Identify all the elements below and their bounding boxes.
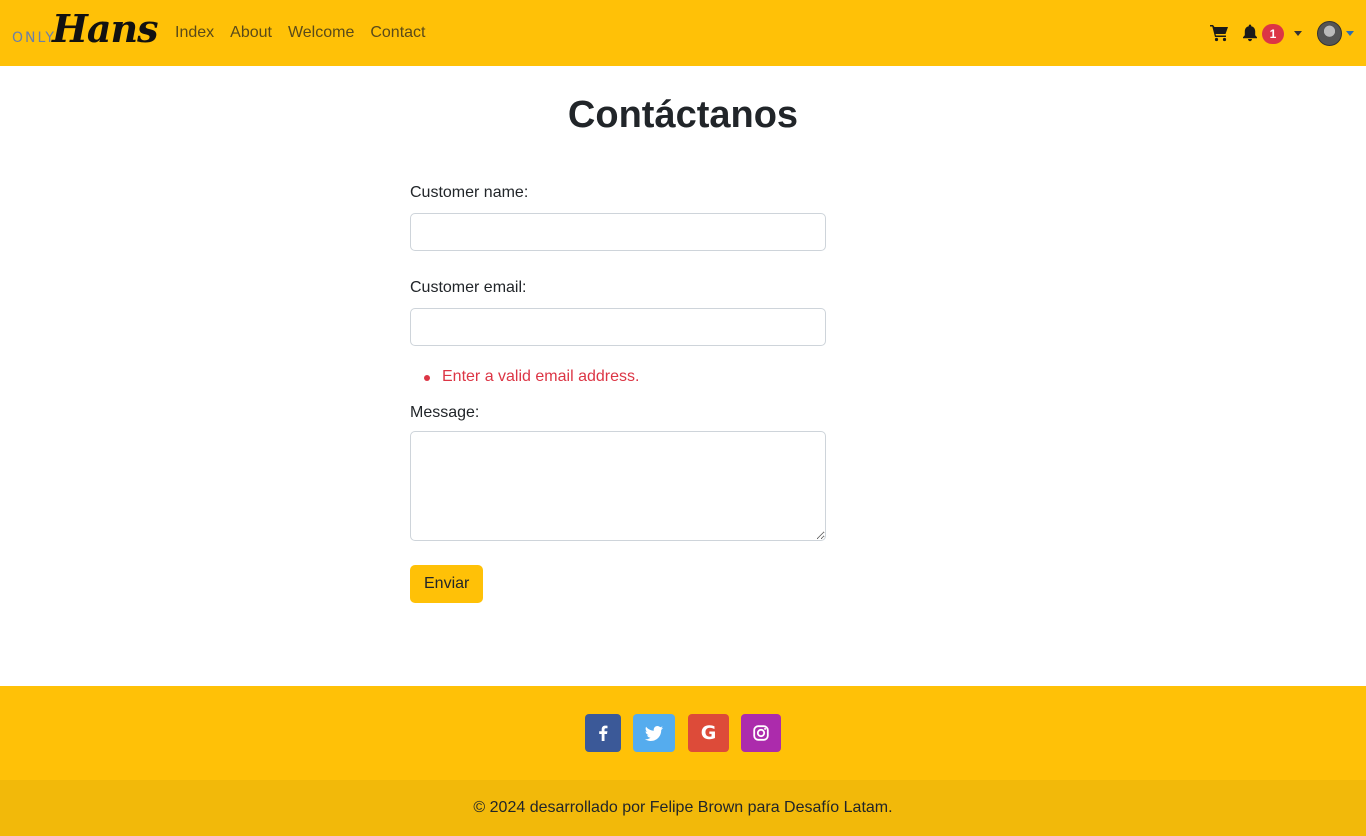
shopping-cart-icon[interactable] xyxy=(1210,24,1228,42)
twitter-button[interactable] xyxy=(633,714,675,752)
instagram-button[interactable] xyxy=(741,714,781,752)
footer-social-bar: G xyxy=(0,686,1366,780)
nav-link-index[interactable]: Index xyxy=(175,24,214,42)
nav-links: Index About Welcome Contact xyxy=(175,24,441,42)
instagram-icon xyxy=(753,725,769,741)
email-error-list: Enter a valid email address. xyxy=(410,368,826,386)
nav-link-welcome[interactable]: Welcome xyxy=(288,24,354,42)
chevron-down-icon xyxy=(1294,31,1302,36)
page-title: Contáctanos xyxy=(567,94,799,136)
customer-name-input[interactable] xyxy=(410,213,826,251)
brand-hans-text: Hans xyxy=(52,6,159,51)
submit-button[interactable]: Enviar xyxy=(410,565,484,603)
nav-link-about[interactable]: About xyxy=(230,24,272,42)
chevron-down-icon[interactable] xyxy=(1346,31,1354,36)
customer-email-label: Customer email: xyxy=(410,279,527,296)
message-label: Message: xyxy=(410,404,480,421)
nav-link-contact[interactable]: Contact xyxy=(370,24,425,42)
notification-count-badge: 1 xyxy=(1262,24,1284,44)
customer-name-label: Customer name: xyxy=(410,184,529,201)
twitter-icon xyxy=(645,725,663,741)
bell-icon xyxy=(1243,24,1257,42)
notifications-dropdown[interactable]: 1 xyxy=(1242,22,1304,46)
copyright-text: © 2024 desarrollado por Felipe Brown par… xyxy=(0,780,1366,836)
contact-form: Customer name: Customer email: Enter a v… xyxy=(410,184,826,603)
facebook-button[interactable] xyxy=(585,714,621,752)
google-button[interactable]: G xyxy=(688,714,729,752)
google-icon: G xyxy=(700,722,717,744)
message-textarea[interactable] xyxy=(410,431,826,541)
navbar: ONLY Hans Index About Welcome Contact 1 xyxy=(0,0,1366,66)
user-avatar[interactable] xyxy=(1317,21,1342,46)
email-error-message: Enter a valid email address. xyxy=(410,368,826,386)
brand-only-text: ONLY xyxy=(12,30,56,46)
brand-logo[interactable]: ONLY Hans xyxy=(12,6,159,54)
customer-email-input[interactable] xyxy=(410,308,826,346)
facebook-icon xyxy=(599,725,608,741)
